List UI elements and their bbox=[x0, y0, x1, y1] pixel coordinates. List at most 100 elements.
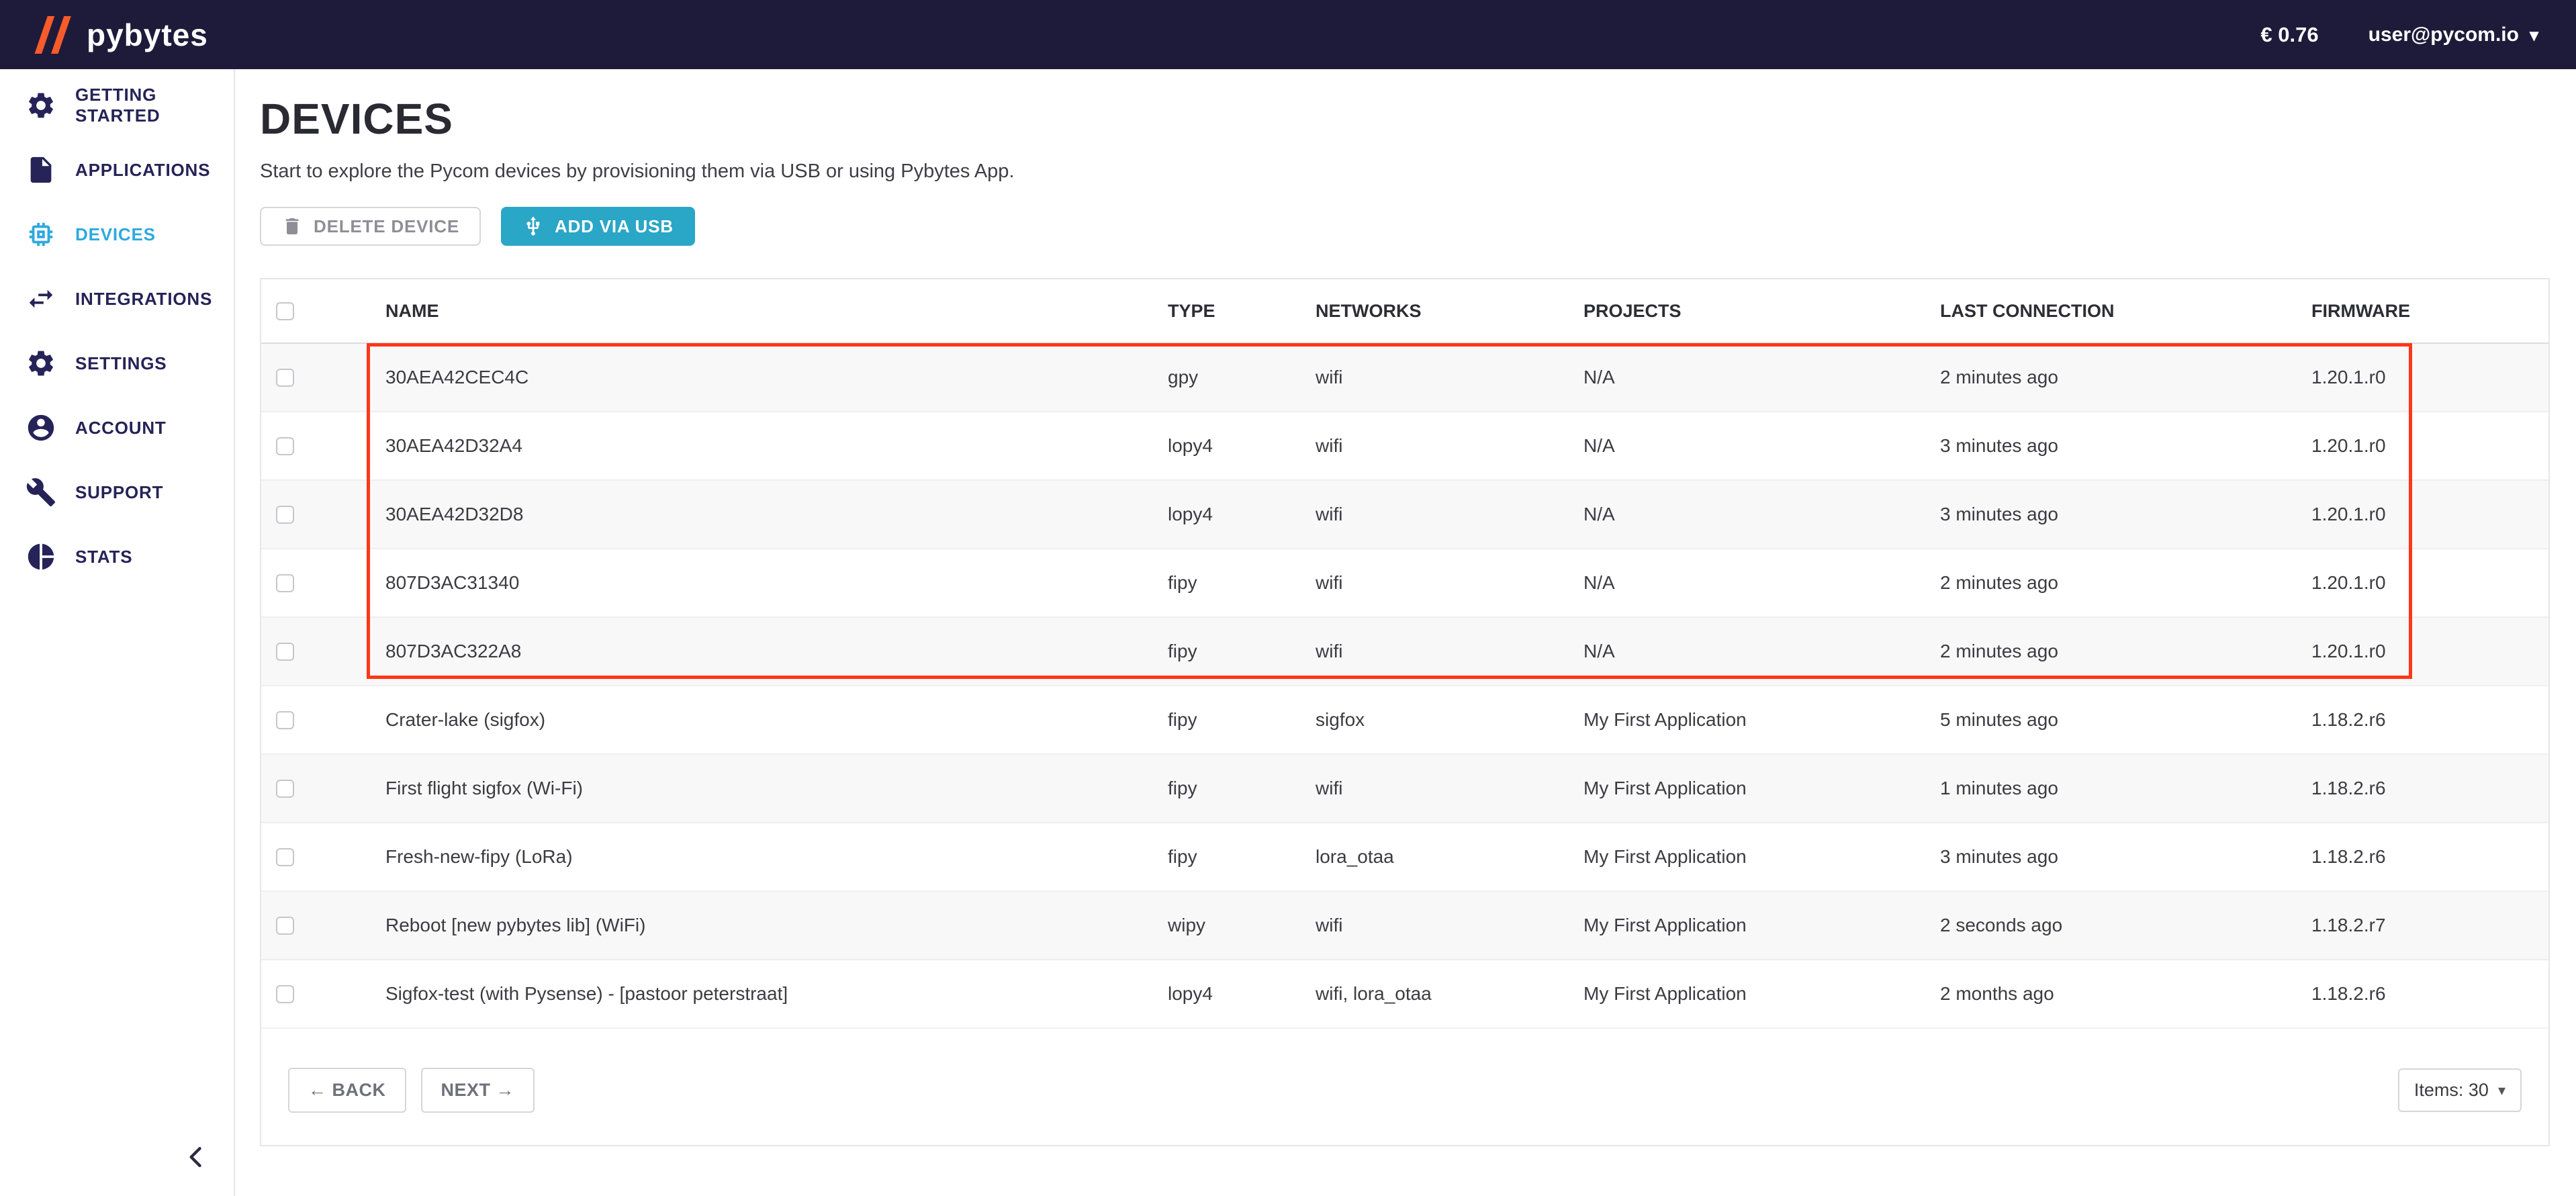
cell-firmware: 1.20.1.r0 bbox=[2311, 549, 2548, 617]
items-per-page-dropdown[interactable]: Items: 30 ▾ bbox=[2398, 1068, 2522, 1112]
row-checkbox-cell bbox=[261, 891, 385, 960]
trash-icon bbox=[281, 216, 303, 237]
row-checkbox[interactable] bbox=[276, 369, 294, 387]
cell-last-connection: 1 minutes ago bbox=[1940, 754, 2311, 823]
next-button[interactable]: NEXT → bbox=[421, 1068, 535, 1113]
user-menu[interactable]: user@pycom.io ▾ bbox=[2368, 24, 2538, 46]
sidebar-item-devices[interactable]: DEVICES bbox=[0, 202, 234, 267]
sidebar-item-applications[interactable]: APPLICATIONS bbox=[0, 138, 234, 202]
row-checkbox-cell bbox=[261, 754, 385, 823]
balance-text: € 0.76 bbox=[2260, 23, 2318, 47]
cell-networks: wifi bbox=[1316, 754, 1583, 823]
main-content: DEVICES Start to explore the Pycom devic… bbox=[235, 69, 2576, 1196]
cell-type: lopy4 bbox=[1168, 412, 1316, 480]
cell-projects: N/A bbox=[1583, 412, 1940, 480]
sidebar-item-settings[interactable]: SETTINGS bbox=[0, 331, 234, 396]
cell-type: fipy bbox=[1168, 754, 1316, 823]
cell-firmware: 1.20.1.r0 bbox=[2311, 343, 2548, 412]
cell-firmware: 1.18.2.r6 bbox=[2311, 686, 2548, 754]
topbar-right: € 0.76 user@pycom.io ▾ bbox=[2260, 23, 2538, 47]
cell-networks: wifi bbox=[1316, 891, 1583, 960]
table-footer: ← BACK NEXT → Items: 30 ▾ bbox=[261, 1029, 2548, 1145]
usb-icon bbox=[522, 216, 544, 237]
select-all-cell bbox=[261, 279, 385, 343]
sidebar-item-stats[interactable]: STATS bbox=[0, 524, 234, 589]
table-row[interactable]: Reboot [new pybytes lib] (WiFi) wipy wif… bbox=[261, 891, 2548, 960]
table-row[interactable]: Fresh-new-fipy (LoRa) fipy lora_otaa My … bbox=[261, 823, 2548, 891]
table-header-row: NAME TYPE NETWORKS PROJECTS LAST CONNECT… bbox=[261, 279, 2548, 343]
column-header-firmware: FIRMWARE bbox=[2311, 279, 2548, 343]
add-via-usb-button[interactable]: ADD VIA USB bbox=[501, 207, 695, 246]
row-checkbox[interactable] bbox=[276, 917, 294, 935]
cell-last-connection: 2 minutes ago bbox=[1940, 343, 2311, 412]
row-checkbox[interactable] bbox=[276, 780, 294, 798]
cell-projects: N/A bbox=[1583, 549, 1940, 617]
cell-type: fipy bbox=[1168, 686, 1316, 754]
sidebar-collapse-button[interactable] bbox=[181, 1142, 211, 1172]
table-row[interactable]: 30AEA42D32A4 lopy4 wifi N/A 3 minutes ag… bbox=[261, 412, 2548, 480]
row-checkbox[interactable] bbox=[276, 506, 294, 524]
row-checkbox-cell bbox=[261, 960, 385, 1028]
delete-device-button[interactable]: DELETE DEVICE bbox=[260, 207, 481, 246]
devices-table-card: NAME TYPE NETWORKS PROJECTS LAST CONNECT… bbox=[260, 278, 2550, 1146]
cell-projects: My First Application bbox=[1583, 891, 1940, 960]
cell-last-connection: 3 minutes ago bbox=[1940, 823, 2311, 891]
row-checkbox-cell bbox=[261, 617, 385, 686]
gear-icon bbox=[26, 348, 56, 379]
row-checkbox-cell bbox=[261, 343, 385, 412]
cell-last-connection: 2 minutes ago bbox=[1940, 617, 2311, 686]
delete-device-label: DELETE DEVICE bbox=[314, 216, 459, 237]
sidebar: GETTING STARTED APPLICATIONS DEVICES INT… bbox=[0, 69, 235, 1196]
pycom-logo-icon bbox=[23, 16, 75, 54]
cell-type: lopy4 bbox=[1168, 960, 1316, 1028]
row-checkbox-cell bbox=[261, 686, 385, 754]
row-checkbox[interactable] bbox=[276, 437, 294, 455]
brand-name: pybytes bbox=[87, 17, 208, 53]
cell-firmware: 1.20.1.r0 bbox=[2311, 412, 2548, 480]
back-button[interactable]: ← BACK bbox=[288, 1068, 406, 1113]
table-body: 30AEA42CEC4C gpy wifi N/A 2 minutes ago … bbox=[261, 343, 2548, 1028]
cell-firmware: 1.20.1.r0 bbox=[2311, 617, 2548, 686]
cell-name: 30AEA42D32A4 bbox=[385, 412, 1168, 480]
items-per-page-label: Items: 30 bbox=[2414, 1080, 2489, 1101]
caret-down-icon: ▾ bbox=[2498, 1083, 2505, 1098]
row-checkbox-cell bbox=[261, 412, 385, 480]
row-checkbox[interactable] bbox=[276, 985, 294, 1003]
table-row[interactable]: 30AEA42CEC4C gpy wifi N/A 2 minutes ago … bbox=[261, 343, 2548, 412]
cell-type: wipy bbox=[1168, 891, 1316, 960]
cell-firmware: 1.20.1.r0 bbox=[2311, 480, 2548, 549]
topbar: pybytes € 0.76 user@pycom.io ▾ bbox=[0, 0, 2576, 69]
cell-projects: N/A bbox=[1583, 343, 1940, 412]
cell-type: fipy bbox=[1168, 617, 1316, 686]
row-checkbox[interactable] bbox=[276, 848, 294, 866]
row-checkbox[interactable] bbox=[276, 643, 294, 661]
wrench-icon bbox=[26, 477, 56, 508]
action-buttons: DELETE DEVICE ADD VIA USB bbox=[260, 207, 2550, 246]
row-checkbox[interactable] bbox=[276, 711, 294, 729]
table-row[interactable]: Sigfox-test (with Pysense) - [pastoor pe… bbox=[261, 960, 2548, 1028]
chevron-left-icon bbox=[181, 1142, 211, 1172]
sidebar-item-integrations[interactable]: INTEGRATIONS bbox=[0, 267, 234, 331]
sidebar-item-support[interactable]: SUPPORT bbox=[0, 460, 234, 524]
table-row[interactable]: 807D3AC31340 fipy wifi N/A 2 minutes ago… bbox=[261, 549, 2548, 617]
sidebar-item-account[interactable]: ACCOUNT bbox=[0, 396, 234, 460]
row-checkbox[interactable] bbox=[276, 574, 294, 592]
brand-logo[interactable]: pybytes bbox=[23, 16, 208, 54]
sidebar-item-getting-started[interactable]: GETTING STARTED bbox=[0, 73, 234, 138]
table-row[interactable]: 807D3AC322A8 fipy wifi N/A 2 minutes ago… bbox=[261, 617, 2548, 686]
cell-projects: My First Application bbox=[1583, 686, 1940, 754]
cell-networks: lora_otaa bbox=[1316, 823, 1583, 891]
cell-name: First flight sigfox (Wi-Fi) bbox=[385, 754, 1168, 823]
layout: GETTING STARTED APPLICATIONS DEVICES INT… bbox=[0, 69, 2576, 1196]
table-row[interactable]: First flight sigfox (Wi-Fi) fipy wifi My… bbox=[261, 754, 2548, 823]
select-all-checkbox[interactable] bbox=[276, 302, 294, 320]
table-row[interactable]: Crater-lake (sigfox) fipy sigfox My Firs… bbox=[261, 686, 2548, 754]
cell-last-connection: 5 minutes ago bbox=[1940, 686, 2311, 754]
devices-table: NAME TYPE NETWORKS PROJECTS LAST CONNECT… bbox=[261, 279, 2548, 1029]
cell-networks: wifi bbox=[1316, 549, 1583, 617]
cell-name: 807D3AC31340 bbox=[385, 549, 1168, 617]
gear-outline-icon bbox=[26, 90, 56, 121]
table-row[interactable]: 30AEA42D32D8 lopy4 wifi N/A 3 minutes ag… bbox=[261, 480, 2548, 549]
cell-type: lopy4 bbox=[1168, 480, 1316, 549]
column-header-networks: NETWORKS bbox=[1316, 279, 1583, 343]
